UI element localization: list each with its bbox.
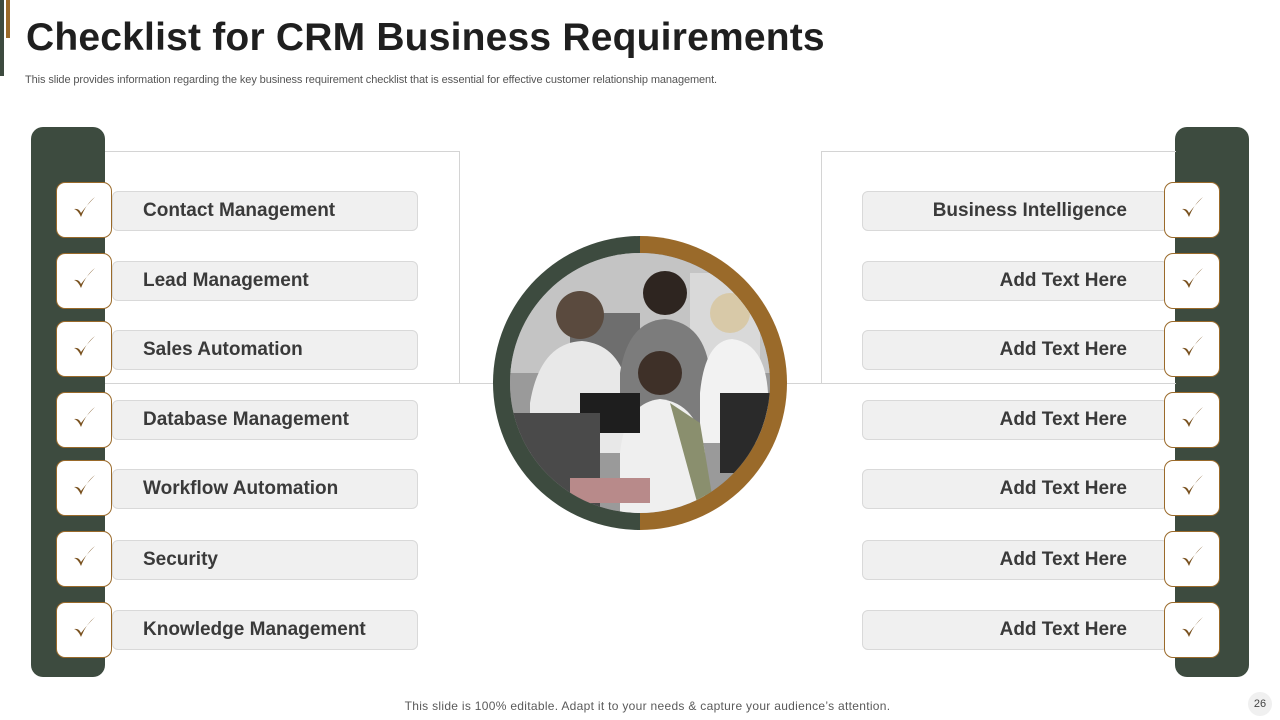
right-checkbox-4[interactable] bbox=[1164, 460, 1220, 516]
left-item-6[interactable]: Knowledge Management bbox=[112, 610, 418, 650]
left-checkbox-5[interactable] bbox=[56, 531, 112, 587]
check-icon bbox=[1177, 471, 1207, 506]
check-icon bbox=[69, 471, 99, 506]
left-item-2[interactable]: Sales Automation bbox=[112, 330, 418, 370]
right-item-2[interactable]: Add Text Here bbox=[862, 330, 1168, 370]
left-checkbox-3[interactable] bbox=[56, 392, 112, 448]
right-item-1[interactable]: Add Text Here bbox=[862, 261, 1168, 301]
right-checkbox-6[interactable] bbox=[1164, 602, 1220, 658]
left-item-4[interactable]: Workflow Automation bbox=[112, 469, 418, 509]
left-item-3[interactable]: Database Management bbox=[112, 400, 418, 440]
right-item-0[interactable]: Business Intelligence bbox=[862, 191, 1168, 231]
right-item-6[interactable]: Add Text Here bbox=[862, 610, 1168, 650]
left-checkbox-4[interactable] bbox=[56, 460, 112, 516]
accent-bar-brown bbox=[6, 0, 10, 38]
check-icon bbox=[1177, 332, 1207, 367]
left-checkbox-2[interactable] bbox=[56, 321, 112, 377]
team-photo bbox=[510, 253, 770, 513]
check-icon bbox=[69, 613, 99, 648]
right-checkbox-3[interactable] bbox=[1164, 392, 1220, 448]
left-checkbox-6[interactable] bbox=[56, 602, 112, 658]
left-item-5[interactable]: Security bbox=[112, 540, 418, 580]
left-checkbox-0[interactable] bbox=[56, 182, 112, 238]
page-subtitle: This slide provides information regardin… bbox=[25, 74, 717, 86]
right-connector-tail bbox=[782, 383, 822, 384]
footer-note: This slide is 100% editable. Adapt it to… bbox=[404, 699, 891, 713]
accent-bar-green bbox=[0, 0, 4, 76]
check-icon bbox=[69, 264, 99, 299]
right-checkbox-0[interactable] bbox=[1164, 182, 1220, 238]
right-item-3[interactable]: Add Text Here bbox=[862, 400, 1168, 440]
check-icon bbox=[1177, 542, 1207, 577]
left-checkbox-1[interactable] bbox=[56, 253, 112, 309]
page-number: 26 bbox=[1248, 692, 1272, 716]
right-checkbox-1[interactable] bbox=[1164, 253, 1220, 309]
right-checkbox-5[interactable] bbox=[1164, 531, 1220, 587]
check-icon bbox=[69, 403, 99, 438]
page-title: Checklist for CRM Business Requirements bbox=[26, 16, 825, 59]
check-icon bbox=[1177, 264, 1207, 299]
check-icon bbox=[1177, 613, 1207, 648]
check-icon bbox=[69, 332, 99, 367]
left-item-0[interactable]: Contact Management bbox=[112, 191, 418, 231]
right-checkbox-2[interactable] bbox=[1164, 321, 1220, 377]
check-icon bbox=[69, 193, 99, 228]
check-icon bbox=[69, 542, 99, 577]
left-item-1[interactable]: Lead Management bbox=[112, 261, 418, 301]
right-item-4[interactable]: Add Text Here bbox=[862, 469, 1168, 509]
check-icon bbox=[1177, 193, 1207, 228]
check-icon bbox=[1177, 403, 1207, 438]
right-item-5[interactable]: Add Text Here bbox=[862, 540, 1168, 580]
